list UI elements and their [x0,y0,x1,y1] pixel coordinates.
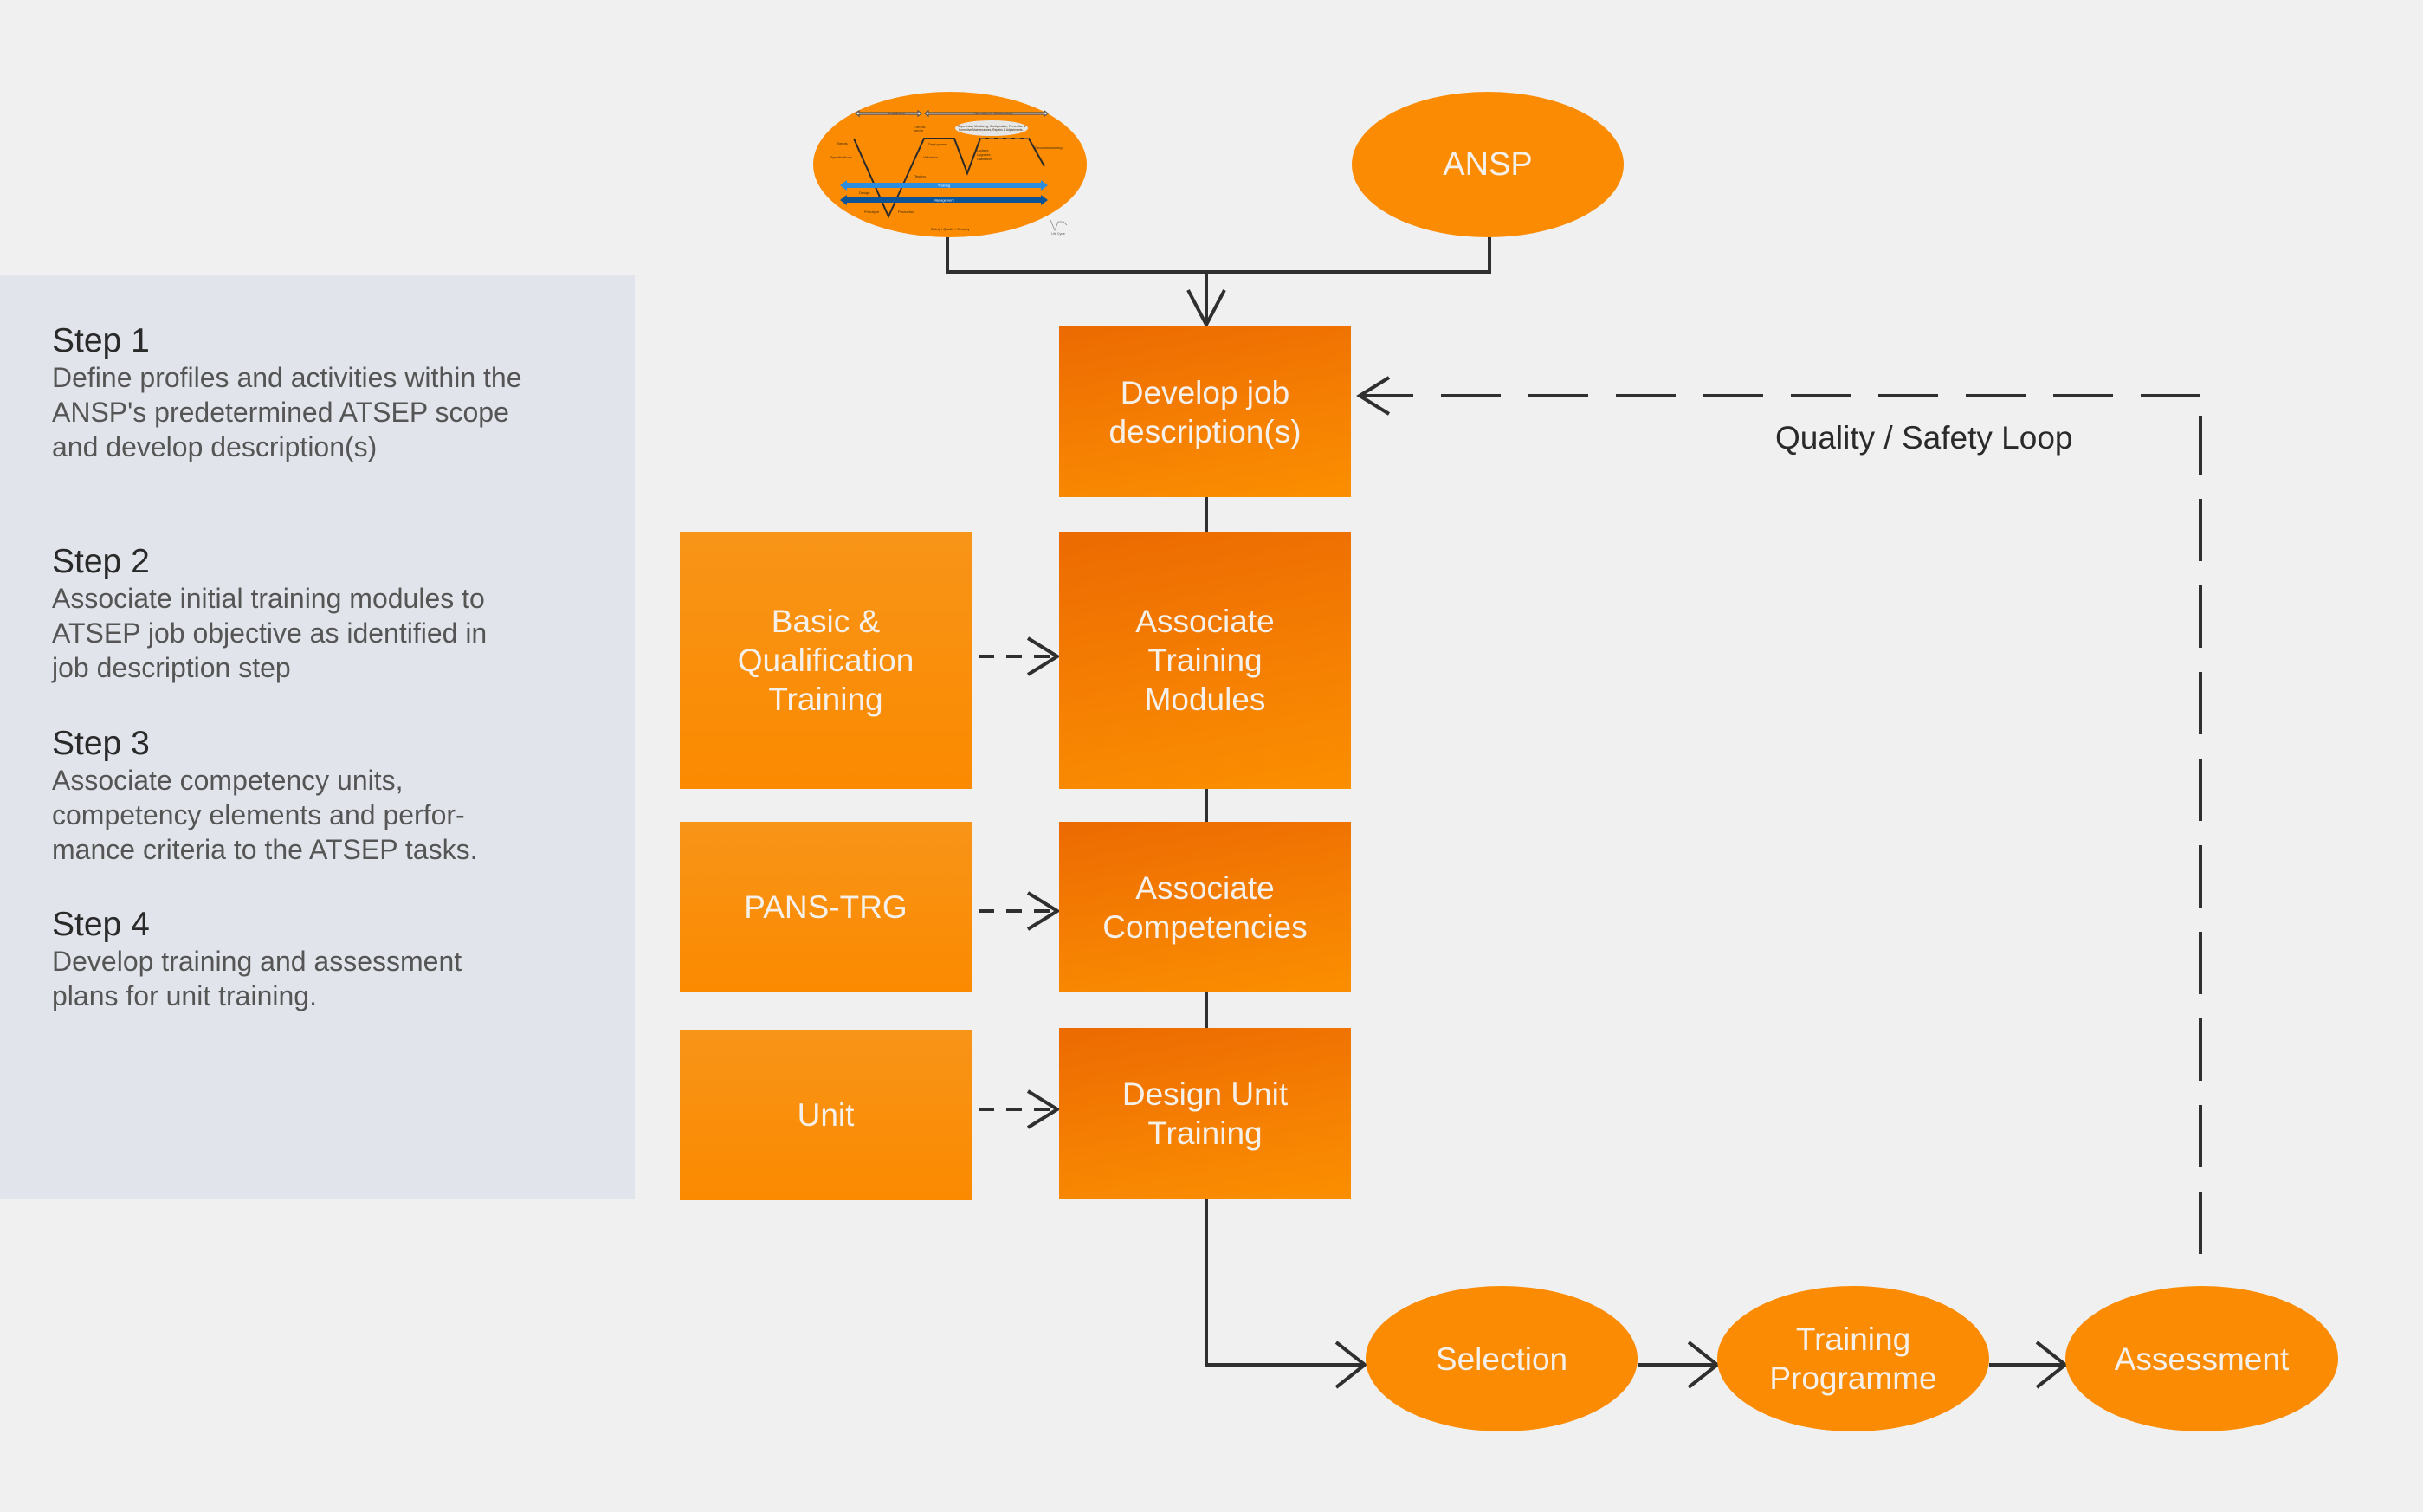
unit-box: Unit [680,1030,972,1200]
basic-qualification-training-box: Basic & Qualification Training [680,532,972,789]
associate-competencies-box: Associate Competencies [1059,822,1351,992]
training-programme-node: Training Programme [1717,1286,1989,1431]
pans-trg-box: PANS-TRG [680,822,972,992]
lifecycle-connector [946,237,1491,274]
design-to-selection-line [1205,1199,1363,1367]
associate-training-modules-box: Associate Training Modules [1059,532,1351,789]
ansp-node: ANSP [1352,92,1624,237]
assessment-node: Assessment [2065,1286,2338,1431]
quality-safety-loop-label: Quality / Safety Loop [1775,420,2073,456]
design-unit-training-box: Design Unit Training [1059,1028,1351,1199]
selection-node: Selection [1366,1286,1638,1431]
develop-job-description-box: Develop job description(s) [1059,326,1351,497]
